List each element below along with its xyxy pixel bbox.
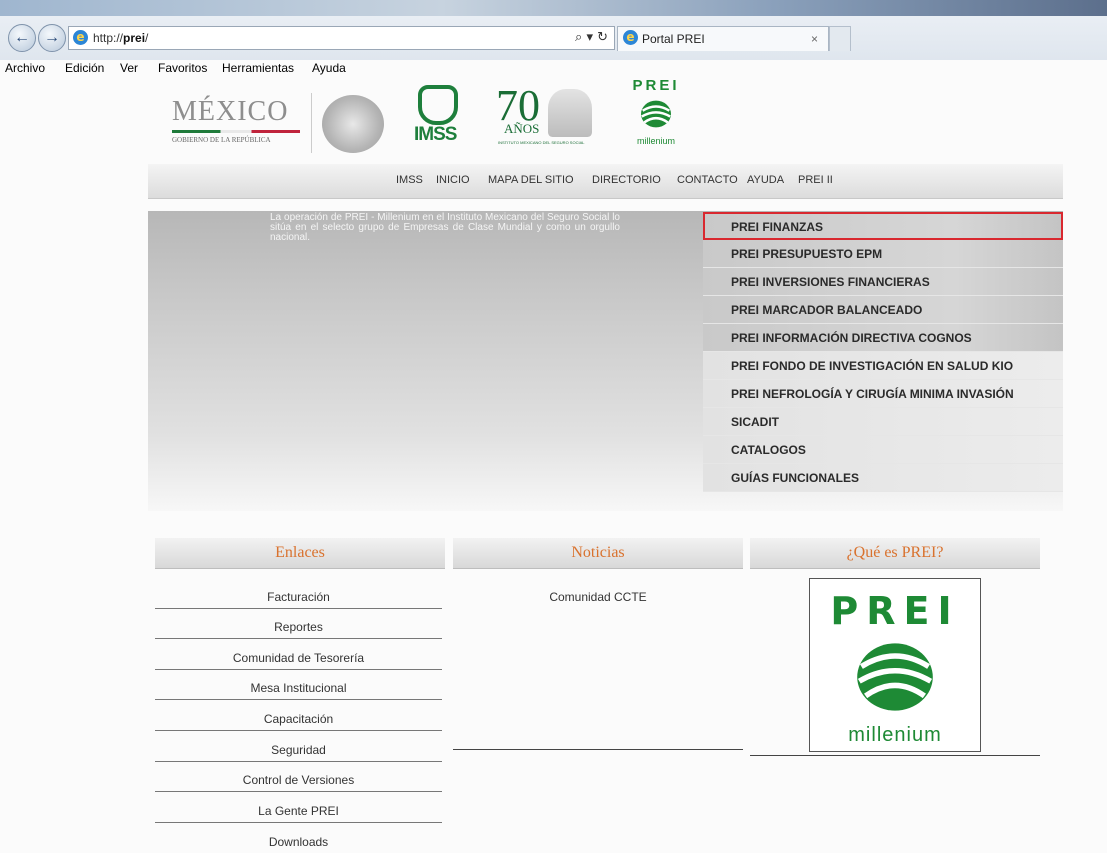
- link-reportes[interactable]: Reportes: [155, 616, 442, 639]
- nav-inicio[interactable]: INICIO: [436, 174, 470, 186]
- instituto-text: INSTITUTO MEXICANO DEL SEGURO SOCIAL: [498, 140, 585, 145]
- tricolor-bar: [172, 130, 300, 133]
- menu-prei-presupuesto-epm[interactable]: PREI PRESUPUESTO EPM: [703, 240, 1063, 268]
- menu-ayuda[interactable]: Ayuda: [312, 61, 346, 75]
- link-control-versiones[interactable]: Control de Versiones: [155, 769, 442, 792]
- menu-prei-inversiones-financieras[interactable]: PREI INVERSIONES FINANCIERAS: [703, 268, 1063, 296]
- back-button[interactable]: ←: [8, 24, 36, 52]
- window-title-bar: [0, 0, 1107, 16]
- imss-shield-icon: [418, 85, 458, 125]
- menu-prei-finanzas[interactable]: PREI FINANZAS: [703, 212, 1063, 240]
- link-gente-prei[interactable]: La Gente PREI: [155, 800, 442, 823]
- new-tab-button[interactable]: [829, 26, 851, 51]
- menu-edicion[interactable]: Edición: [65, 61, 104, 75]
- menu-prei-nefrologia[interactable]: PREI NEFROLOGÍA Y CIRUGÍA MINIMA INVASIÓ…: [703, 380, 1063, 408]
- tab-title: Portal PREI: [642, 32, 705, 46]
- prei-globe-large-icon: [857, 643, 933, 711]
- menu-catalogos[interactable]: CATALOGOS: [703, 436, 1063, 464]
- nav-directorio[interactable]: DIRECTORIO: [592, 174, 661, 186]
- address-url[interactable]: http://prei/: [93, 27, 148, 49]
- link-seguridad[interactable]: Seguridad: [155, 739, 442, 762]
- nav-mapa-del-sitio[interactable]: MAPA DEL SITIO: [488, 174, 574, 186]
- menu-ver[interactable]: Ver: [120, 61, 138, 75]
- menu-favoritos[interactable]: Favoritos: [158, 61, 207, 75]
- prei-wordmark: PREI: [830, 589, 960, 633]
- nav-prei-ii[interactable]: PREI II: [798, 174, 833, 186]
- nav-imss[interactable]: IMSS: [396, 174, 423, 186]
- search-refresh-controls[interactable]: ⌕ ▾ ↻: [575, 27, 608, 49]
- logo-prei-small: PREI millenium: [620, 78, 692, 154]
- anos-text: AÑOS: [504, 121, 540, 136]
- browser-menu-bar: Archivo Edición Ver Favoritos Herramient…: [0, 60, 1107, 77]
- millenium-small: millenium: [636, 136, 675, 146]
- top-navigation: IMSS INICIO MAPA DEL SITIO DIRECTORIO CO…: [148, 164, 1063, 199]
- nav-contacto[interactable]: CONTACTO: [677, 174, 738, 186]
- que-es-divider: [750, 755, 1040, 756]
- logo-divider: [311, 93, 312, 153]
- menu-prei-informacion-directiva[interactable]: PREI INFORMACIÓN DIRECTIVA COGNOS: [703, 324, 1063, 352]
- close-tab-icon[interactable]: ×: [811, 27, 818, 51]
- tab-portal-prei[interactable]: e Portal PREI ×: [617, 26, 829, 51]
- ie-page-icon: e: [73, 30, 88, 45]
- arrow-left-icon: ←: [14, 29, 30, 46]
- forward-button[interactable]: →: [38, 24, 66, 52]
- logo-imss: IMSS: [414, 85, 464, 147]
- link-mesa-institucional[interactable]: Mesa Institucional: [155, 677, 442, 700]
- logo-mexico: MÉXICO GOBIERNO DE LA REPÚBLICA: [172, 96, 300, 144]
- noticias-divider: [453, 749, 743, 750]
- prei-wordmark-small: PREI: [632, 77, 680, 94]
- gobierno-text: GOBIERNO DE LA REPÚBLICA: [172, 136, 271, 144]
- address-bar[interactable]: e http://prei/ ⌕ ▾ ↻: [68, 26, 615, 50]
- menu-guias-funcionales[interactable]: GUÍAS FUNCIONALES: [703, 464, 1063, 492]
- browser-toolbar: ← → e http://prei/ ⌕ ▾ ↻ e Portal PREI ×: [0, 16, 1107, 61]
- link-facturacion[interactable]: Facturación: [155, 586, 442, 609]
- logo-70-anos: 70 AÑOS INSTITUTO MEXICANO DEL SEGURO SO…: [496, 84, 596, 151]
- que-es-prei-header: ¿Qué es PREI?: [750, 538, 1040, 569]
- menu-archivo[interactable]: Archivo: [5, 61, 45, 75]
- news-comunidad-ccte[interactable]: Comunidad CCTE: [453, 590, 743, 604]
- national-seal-icon: [322, 95, 384, 153]
- menu-prei-fondo-investigacion[interactable]: PREI FONDO DE INVESTIGACIÓN EN SALUD KIO: [703, 352, 1063, 380]
- link-comunidad-tesoreria[interactable]: Comunidad de Tesorería: [155, 647, 442, 670]
- ie-tab-icon: e: [623, 30, 638, 45]
- link-downloads[interactable]: Downloads: [155, 831, 442, 853]
- prei-millenium-logo[interactable]: PREI millenium: [809, 578, 981, 752]
- prei-globe-icon: [641, 100, 671, 128]
- link-capacitacion[interactable]: Capacitación: [155, 708, 442, 731]
- arrow-right-icon: →: [44, 29, 60, 46]
- noticias-header: Noticias: [453, 538, 743, 569]
- hero-description: La operación de PREI - Millenium en el I…: [270, 212, 620, 243]
- monument-icon: [548, 89, 592, 137]
- mexico-wordmark: MÉXICO: [172, 96, 289, 127]
- menu-herramientas[interactable]: Herramientas: [222, 61, 294, 75]
- nav-ayuda[interactable]: AYUDA: [747, 174, 784, 186]
- imss-wordmark: IMSS: [414, 124, 457, 145]
- menu-prei-marcador-balanceado[interactable]: PREI MARCADOR BALANCEADO: [703, 296, 1063, 324]
- prei-modules-menu: PREI FINANZAS PREI PRESUPUESTO EPM PREI …: [703, 212, 1063, 492]
- enlaces-header: Enlaces: [155, 538, 445, 569]
- millenium-wordmark: millenium: [848, 724, 942, 746]
- menu-sicadit[interactable]: SICADIT: [703, 408, 1063, 436]
